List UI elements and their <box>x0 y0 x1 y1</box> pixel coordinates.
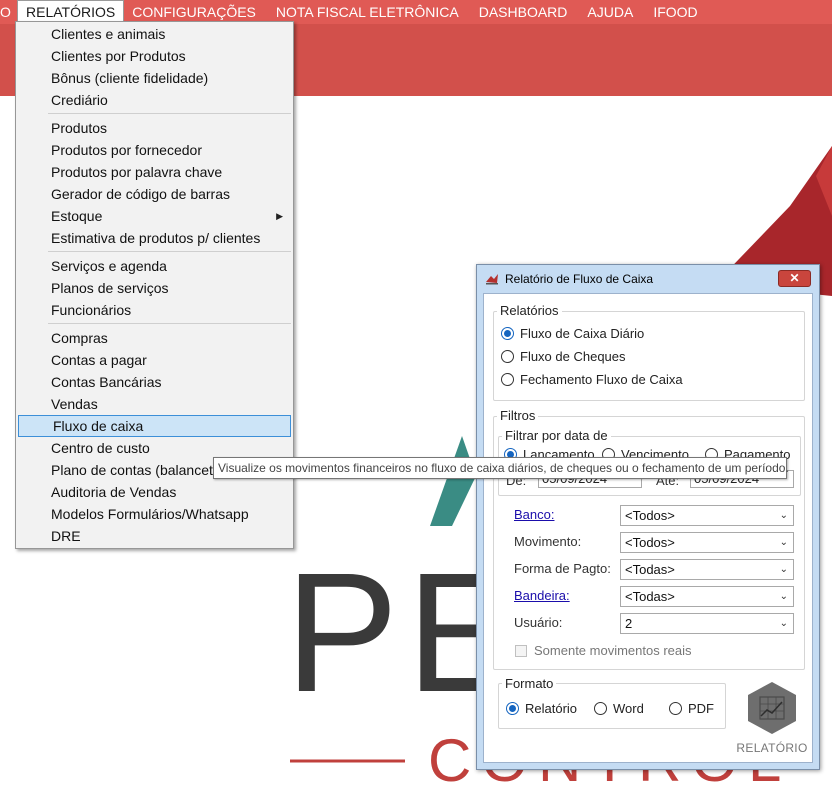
app-logo-icon <box>486 274 498 285</box>
dd-produtos-palavra-chave[interactable]: Produtos por palavra chave <box>16 161 293 183</box>
radio-formato-relatorio[interactable]: Relatório <box>506 701 577 716</box>
radio-label: Relatório <box>525 701 578 716</box>
dd-fluxo-caixa[interactable]: Fluxo de caixa <box>18 415 291 437</box>
dd-gerador-codigo-barras[interactable]: Gerador de código de barras <box>16 183 293 205</box>
radio-label: Fluxo de Caixa Diário <box>520 326 645 341</box>
checkbox[interactable] <box>515 644 527 657</box>
dd-contas-pagar[interactable]: Contas a pagar <box>16 349 293 371</box>
menu-item-ifood[interactable]: IFOOD <box>641 1 705 23</box>
menu-item-dashboard[interactable]: DASHBOARD <box>467 1 576 23</box>
dd-planos-servicos[interactable]: Planos de serviços <box>16 277 293 299</box>
radio-label: Fechamento Fluxo de Caixa <box>520 372 683 387</box>
dialog-body: Relatórios Fluxo de Caixa Diário Fluxo d… <box>483 293 813 763</box>
usuario-value: 2 <box>625 616 633 631</box>
menu-item-ajuda[interactable]: AJUDA <box>575 1 641 23</box>
radio-button[interactable] <box>501 350 514 363</box>
chevron-down-icon: ⌄ <box>779 537 788 548</box>
dd-auditoria-vendas[interactable]: Auditoria de Vendas <box>16 481 293 503</box>
movimento-select[interactable]: <Todos> ⌄ <box>620 532 794 553</box>
radio-button[interactable] <box>594 702 607 715</box>
filtros-group-label: Filtros <box>497 408 539 423</box>
usuario-select[interactable]: 2 ⌄ <box>620 613 794 634</box>
chevron-down-icon: ⌄ <box>779 591 788 602</box>
dd-produtos-fornecedor[interactable]: Produtos por fornecedor <box>16 139 293 161</box>
dd-clientes-animais[interactable]: Clientes e animais <box>16 23 293 45</box>
chevron-down-icon: ⌄ <box>779 510 788 521</box>
dd-estoque[interactable]: Estoque ▶ <box>16 205 293 227</box>
banco-value: <Todos> <box>625 508 675 523</box>
dd-crediario[interactable]: Crediário <box>16 89 293 111</box>
forma-pagto-value: <Todas> <box>625 562 675 577</box>
bandeira-value: <Todas> <box>625 589 675 604</box>
close-button[interactable]: ✕ <box>778 270 811 287</box>
somente-reais-checkbox[interactable]: Somente movimentos reais <box>515 643 692 658</box>
menu-item-nota-fiscal[interactable]: NOTA FISCAL ELETRÔNICA <box>264 1 467 23</box>
movimento-label: Movimento: <box>514 534 582 549</box>
banco-select[interactable]: <Todos> ⌄ <box>620 505 794 526</box>
dialog-titlebar[interactable]: Relatório de Fluxo de Caixa <box>477 265 819 293</box>
dd-estimativa[interactable]: Estimativa de produtos p/ clientes <box>16 227 293 249</box>
radio-button-checked[interactable] <box>506 702 519 715</box>
forma-pagto-select[interactable]: <Todas> ⌄ <box>620 559 794 580</box>
report-chart-icon <box>748 682 796 734</box>
dd-clientes-produtos[interactable]: Clientes por Produtos <box>16 45 293 67</box>
bandeira-select[interactable]: <Todas> ⌄ <box>620 586 794 607</box>
usuario-label: Usuário: <box>514 615 563 630</box>
radio-formato-word[interactable]: Word <box>594 701 644 716</box>
dd-contas-bancarias[interactable]: Contas Bancárias <box>16 371 293 393</box>
dialog-title: Relatório de Fluxo de Caixa <box>505 272 654 286</box>
forma-pagto-label: Forma de Pagto: <box>514 561 611 576</box>
dd-dre[interactable]: DRE <box>16 525 293 547</box>
radio-button-checked[interactable] <box>501 327 514 340</box>
menu-item-previous[interactable]: O <box>0 1 17 23</box>
relatorios-group-label: Relatórios <box>497 303 562 318</box>
relatorio-button[interactable]: RELATÓRIO <box>735 680 809 758</box>
radio-label: Fluxo de Cheques <box>520 349 626 364</box>
chevron-down-icon: ⌄ <box>779 564 788 575</box>
tooltip: Visualize os movimentos financeiros no f… <box>213 457 789 479</box>
radio-label: PDF <box>688 701 714 716</box>
dd-modelos-formularios[interactable]: Modelos Formulários/Whatsapp <box>16 503 293 525</box>
menu-item-configuracoes[interactable]: CONFIGURAÇÕES <box>124 1 264 23</box>
radio-button[interactable] <box>669 702 682 715</box>
dd-bonus[interactable]: Bônus (cliente fidelidade) <box>16 67 293 89</box>
movimento-value: <Todos> <box>625 535 675 550</box>
radio-label: Word <box>613 701 644 716</box>
checkbox-label: Somente movimentos reais <box>534 643 692 658</box>
radio-formato-pdf[interactable]: PDF <box>669 701 714 716</box>
dd-funcionarios[interactable]: Funcionários <box>16 299 293 321</box>
chevron-down-icon: ⌄ <box>779 618 788 629</box>
dd-compras[interactable]: Compras <box>16 327 293 349</box>
radio-button[interactable] <box>501 373 514 386</box>
dd-centro-custo[interactable]: Centro de custo <box>16 437 293 459</box>
radio-fluxo-cheques[interactable]: Fluxo de Cheques <box>501 349 626 364</box>
data-filter-label: Filtrar por data de <box>502 428 611 443</box>
dd-estoque-label: Estoque <box>51 208 103 224</box>
fluxo-caixa-dialog: Relatório de Fluxo de Caixa ✕ Relatórios… <box>476 264 820 770</box>
relatorio-button-label: RELATÓRIO <box>736 741 808 755</box>
dd-produtos[interactable]: Produtos <box>16 117 293 139</box>
radio-fechamento[interactable]: Fechamento Fluxo de Caixa <box>501 372 683 387</box>
dd-vendas[interactable]: Vendas <box>16 393 293 415</box>
submenu-arrow-icon: ▶ <box>276 211 283 221</box>
formato-group-label: Formato <box>502 676 557 691</box>
banco-link[interactable]: Banco: <box>514 507 554 522</box>
bandeira-link[interactable]: Bandeira: <box>514 588 570 603</box>
radio-fluxo-diario[interactable]: Fluxo de Caixa Diário <box>501 326 644 341</box>
dd-servicos-agenda[interactable]: Serviços e agenda <box>16 255 293 277</box>
